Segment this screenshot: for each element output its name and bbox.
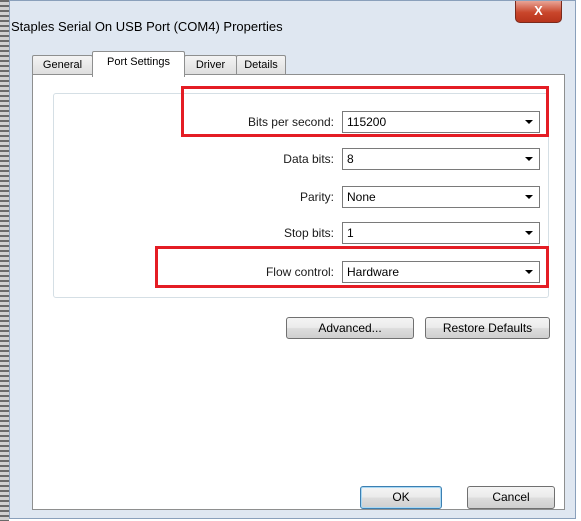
tab-driver[interactable]: Driver: [184, 55, 237, 76]
data-bits-label: Data bits:: [283, 152, 334, 166]
advanced-button[interactable]: Advanced...: [286, 317, 414, 339]
window-title: Staples Serial On USB Port (COM4) Proper…: [11, 19, 283, 34]
port-settings-panel: Bits per second: 115200 Data bits: 8 Par…: [32, 74, 565, 510]
stop-bits-value: 1: [347, 226, 354, 240]
tab-details[interactable]: Details: [236, 55, 286, 76]
data-bits-select[interactable]: 8: [342, 148, 540, 170]
tab-port-settings[interactable]: Port Settings: [92, 51, 185, 77]
tab-general[interactable]: General: [32, 55, 93, 76]
chevron-down-icon: [519, 187, 539, 207]
highlight-box-bits-per-second: [181, 86, 549, 137]
ok-button[interactable]: OK: [360, 486, 442, 509]
highlight-box-flow-control: [155, 246, 549, 288]
background-window-edge: [0, 0, 9, 521]
parity-value: None: [347, 190, 376, 204]
stop-bits-label: Stop bits:: [283, 226, 334, 240]
chevron-down-icon: [519, 149, 539, 169]
parity-label: Parity:: [299, 190, 334, 204]
restore-defaults-button[interactable]: Restore Defaults: [425, 317, 550, 339]
parity-select[interactable]: None: [342, 186, 540, 208]
title-bar: Staples Serial On USB Port (COM4) Proper…: [10, 1, 575, 41]
close-icon: X: [534, 3, 543, 18]
chevron-down-icon: [519, 223, 539, 243]
close-button[interactable]: X: [515, 1, 562, 23]
stop-bits-select[interactable]: 1: [342, 222, 540, 244]
cancel-button[interactable]: Cancel: [467, 486, 555, 509]
data-bits-value: 8: [347, 152, 354, 166]
properties-dialog: Staples Serial On USB Port (COM4) Proper…: [9, 0, 576, 519]
